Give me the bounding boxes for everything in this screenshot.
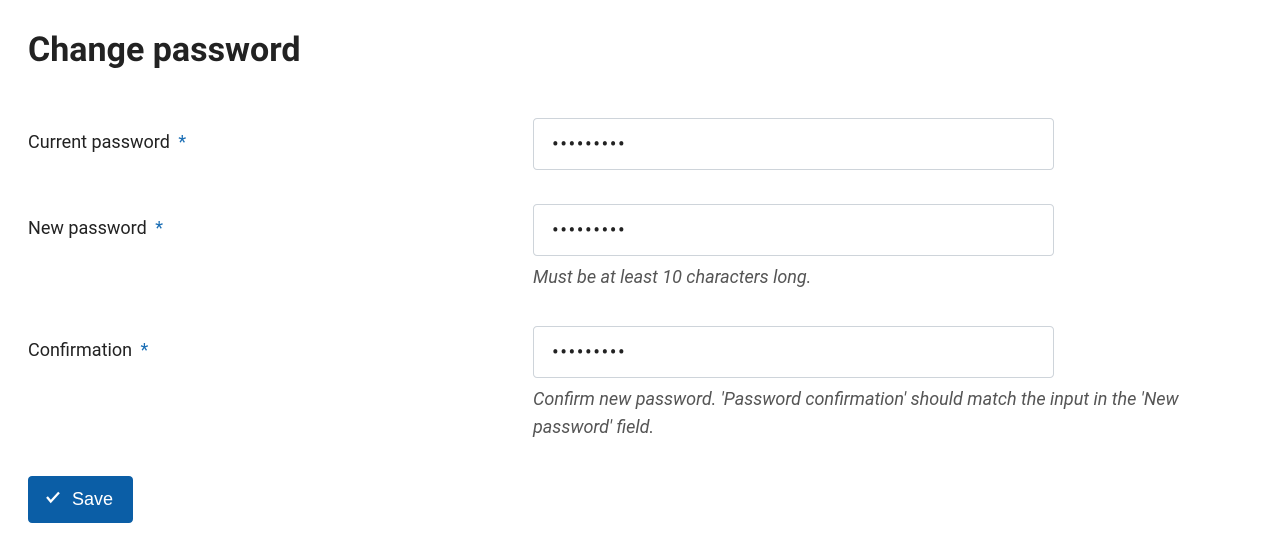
confirmation-field[interactable] xyxy=(533,326,1054,378)
save-button[interactable]: Save xyxy=(28,476,133,523)
form-row-current-password: Current password * xyxy=(28,118,1243,170)
required-asterisk: * xyxy=(141,340,149,361)
form-row-new-password: New password * Must be at least 10 chara… xyxy=(28,204,1243,292)
confirmation-help: Confirm new password. 'Password confirma… xyxy=(533,386,1243,442)
confirmation-label: Confirmation * xyxy=(28,326,533,361)
check-icon xyxy=(44,488,62,511)
new-password-help: Must be at least 10 characters long. xyxy=(533,264,1243,292)
form-row-confirmation: Confirmation * Confirm new password. 'Pa… xyxy=(28,326,1243,442)
new-password-label: New password * xyxy=(28,204,533,239)
required-asterisk: * xyxy=(155,218,163,239)
current-password-label: Current password * xyxy=(28,118,533,153)
save-button-label: Save xyxy=(72,489,113,510)
current-password-field[interactable] xyxy=(533,118,1054,170)
required-asterisk: * xyxy=(178,132,186,153)
page-title: Change password xyxy=(28,30,1243,70)
new-password-field[interactable] xyxy=(533,204,1054,256)
